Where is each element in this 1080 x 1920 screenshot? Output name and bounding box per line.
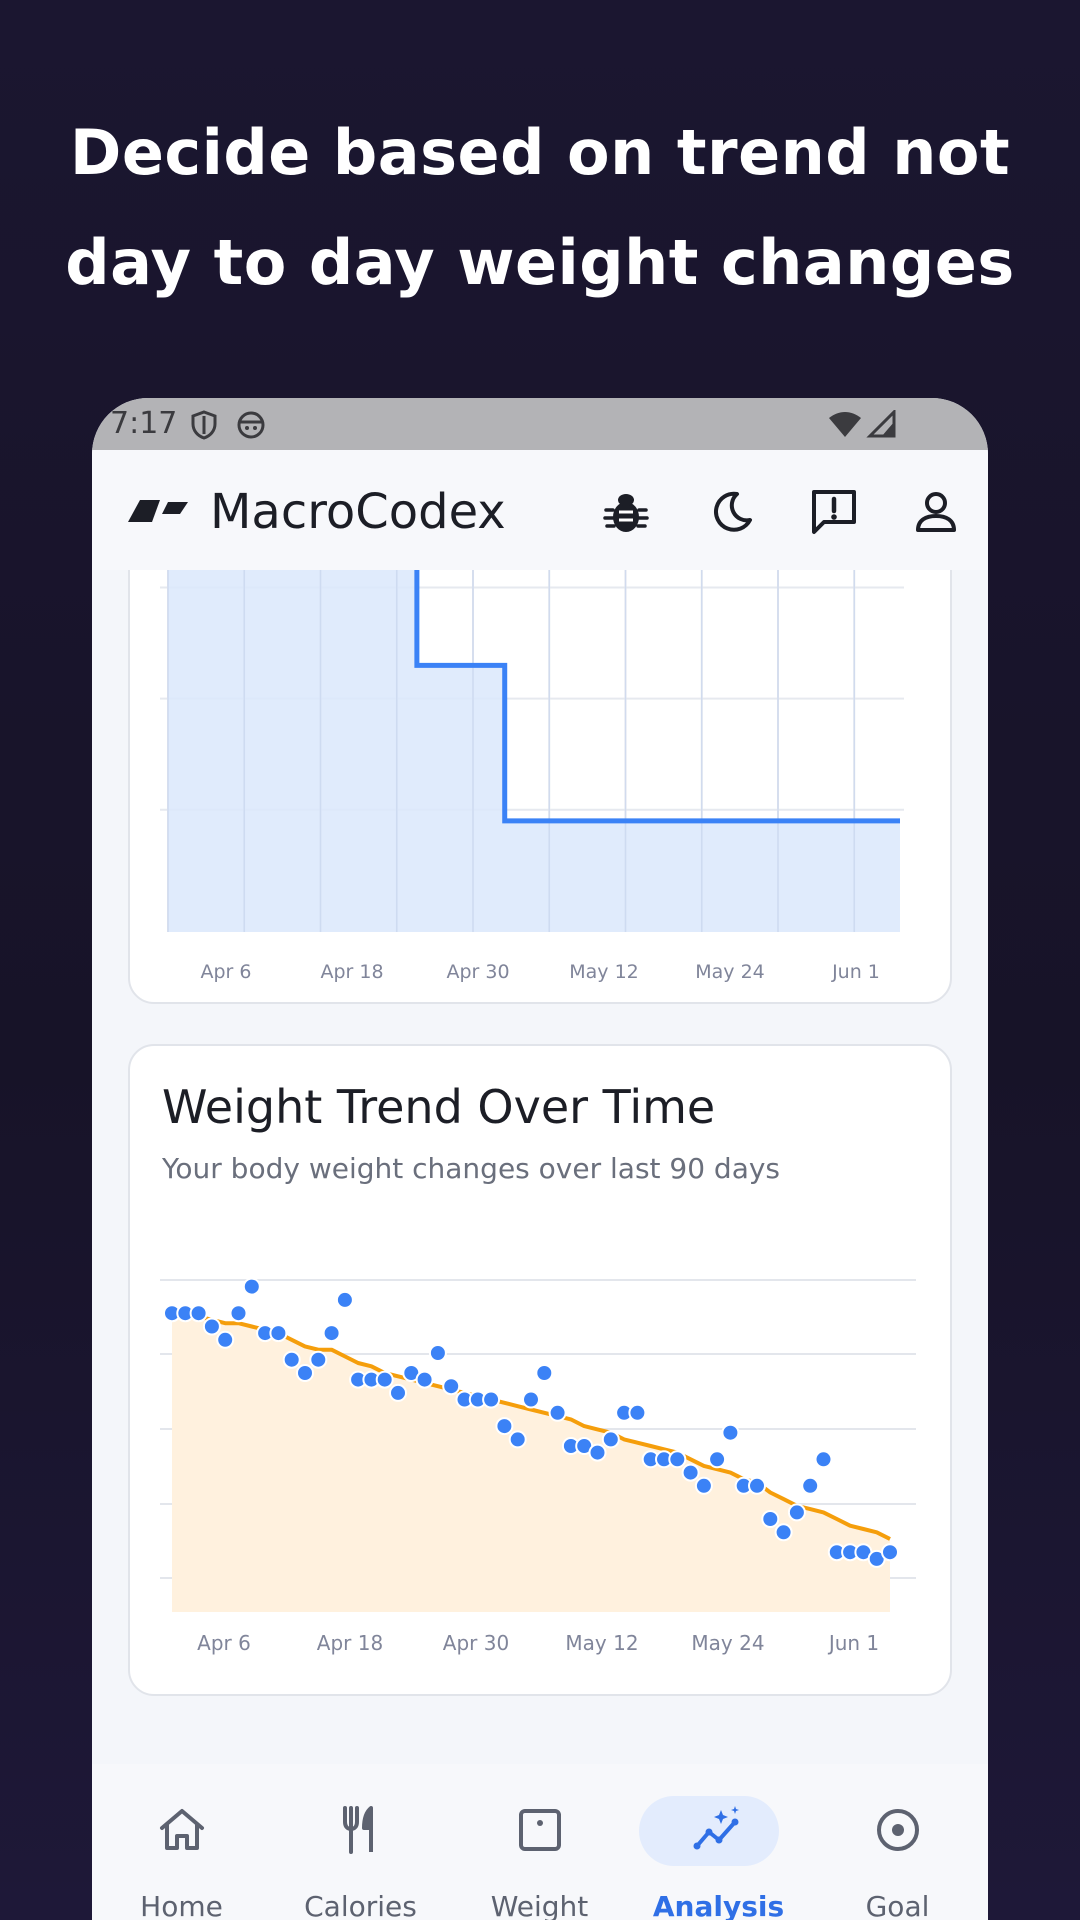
moon-icon[interactable] [704,484,760,540]
headline-line-1: Decide based on trend not [69,116,1011,189]
weight-point [748,1476,766,1495]
x-tick-label: Jun 1 [827,1631,879,1655]
scroll-content[interactable]: Apr 6 Apr 18 Apr 30 May 12 May 24 Jun 1 Weigh… [92,570,988,1764]
x-tick-label: May 24 [695,961,765,983]
nav-analysis-label: Analysis [652,1890,785,1920]
weight-point [309,1350,328,1369]
weight-point [787,1503,806,1522]
wifi-icon [829,412,861,437]
home-icon [160,1809,204,1850]
app-title: MacroCodex [210,484,506,540]
weight-point [681,1463,700,1482]
weight-point [535,1364,554,1382]
x-tick-label: Apr 6 [201,961,252,983]
nav-goal-label: Goal [865,1890,930,1920]
weight-point [774,1523,793,1542]
nav-weight-label: Weight [490,1890,589,1920]
nav-calories-label: Calories [304,1890,417,1920]
weight-point [482,1390,501,1409]
feedback-icon[interactable] [806,484,862,540]
weight-point [508,1430,527,1449]
weight-point [708,1450,727,1469]
headline: Decide based on trend not day to day wei… [0,98,1080,318]
weight-point [335,1290,354,1309]
weight-point [242,1277,261,1296]
step-area-fill [168,570,900,932]
weight-point [296,1364,314,1382]
weight-point [628,1403,647,1422]
weight-point [522,1390,540,1409]
weight-point [694,1476,713,1495]
signal-icon [866,410,896,438]
headline-line-2: day to day weight changes [65,226,1015,299]
x-tick-label: May 12 [569,961,639,983]
nav-home-label: Home [140,1890,223,1920]
bottom-navigation: Home Calories Weight Analysis Goal [92,1764,988,1920]
fork-knife-icon [343,1806,373,1854]
x-tick-label: May 12 [565,1631,638,1655]
status-time: 7:17 [110,406,178,441]
x-tick-label: Jun 1 [831,961,880,983]
weight-point [548,1403,567,1422]
weight-point [588,1443,607,1462]
nav-weight[interactable]: Weight [450,1764,629,1920]
weight-point [216,1330,235,1349]
nav-calories[interactable]: Calories [271,1764,450,1920]
weight-point [282,1350,301,1369]
x-tick-label: Apr 30 [443,1631,509,1655]
scale-icon [519,1809,561,1851]
nav-analysis[interactable]: Analysis [629,1764,808,1920]
logo-icon [128,500,188,522]
calorie-target-card: Apr 6 Apr 18 Apr 30 May 12 May 24 Jun 1 [128,570,952,1004]
weight-trend-chart: Apr 6 Apr 18 Apr 30 May 12 May 24 Jun 1 [160,1277,916,1655]
nav-home[interactable]: Home [92,1764,271,1920]
status-bar: 7:17 [92,398,988,450]
weight-point [229,1304,248,1323]
weight-point [269,1324,288,1343]
weight-point [495,1417,514,1436]
x-tick-label: Apr 6 [197,1631,251,1655]
nav-goal[interactable]: Goal [808,1764,987,1920]
app-bar: MacroCodex [92,450,988,570]
weight-point [322,1324,341,1343]
calorie-target-chart: Apr 6 Apr 18 Apr 30 May 12 May 24 Jun 1 [160,570,904,983]
weight-point [814,1450,833,1469]
weight-point [189,1304,208,1323]
account-icon[interactable] [908,484,964,540]
weight-point [389,1383,407,1402]
phone-screen: 7:17 MacroCodex Apr 6 Apr 18 Apr 30 May … [92,398,988,1920]
bug-icon[interactable] [598,484,654,540]
weight-point [428,1344,447,1362]
weight-point [415,1370,434,1389]
weight-point [202,1317,221,1336]
trend-area-fill [172,1313,890,1612]
x-tick-label: May 24 [691,1631,764,1655]
weight-point [761,1510,780,1528]
weight-point [442,1377,461,1396]
android-face-icon [237,411,265,439]
weight-point [375,1370,394,1389]
weight-point [721,1423,740,1442]
weight-point [668,1450,687,1469]
weight-point [881,1543,899,1562]
x-tick-label: Apr 18 [317,1631,383,1655]
x-tick-label: Apr 30 [446,961,509,983]
goal-icon [877,1809,919,1851]
weight-point [601,1430,620,1449]
shield-icon [191,410,217,440]
weight-point [801,1476,820,1495]
analysis-icon [693,1806,739,1850]
x-tick-label: Apr 18 [320,961,383,983]
weight-trend-card: Weight Trend Over Time Your body weight … [128,1044,952,1696]
